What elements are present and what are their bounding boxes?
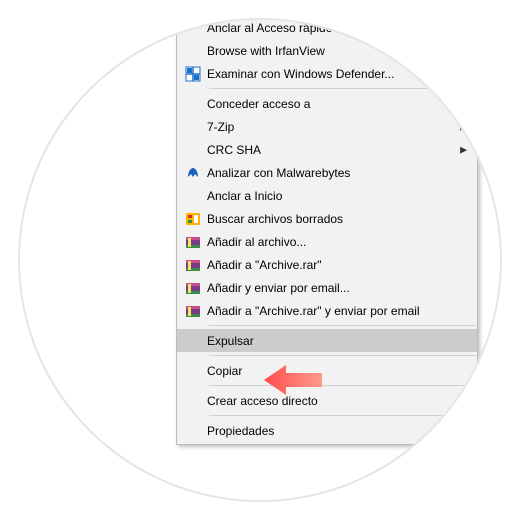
blank-icon xyxy=(185,423,207,439)
chevron-right-icon: ▶ xyxy=(460,99,467,108)
menu-item[interactable]: Añadir al archivo... xyxy=(177,230,477,253)
blank-icon xyxy=(185,333,207,349)
menu-separator xyxy=(209,88,476,89)
malwarebytes-icon xyxy=(185,165,207,181)
menu-item-label: Conceder acceso a xyxy=(207,97,447,111)
menu-item[interactable]: CRC SHA ▶ xyxy=(177,138,477,161)
menu-item-label: Añadir a "Archive.rar" xyxy=(207,258,447,272)
blank-icon xyxy=(185,119,207,135)
menu-item[interactable]: Anclar al Acceso rápido xyxy=(177,16,477,39)
menu-item-label: Añadir y enviar por email... xyxy=(207,281,447,295)
menu-item-label: Expulsar xyxy=(207,334,447,348)
blank-icon xyxy=(185,393,207,409)
menu-item[interactable]: Browse with IrfanView xyxy=(177,39,477,62)
menu-item[interactable]: Analizar con Malwarebytes xyxy=(177,161,477,184)
blank-icon xyxy=(185,142,207,158)
menu-item-label: Examinar con Windows Defender... xyxy=(207,67,447,81)
menu-item[interactable]: Copiar xyxy=(177,359,477,382)
winrar-icon xyxy=(185,303,207,319)
menu-separator xyxy=(209,325,476,326)
menu-item[interactable]: Anclar a Inicio xyxy=(177,184,477,207)
menu-item-label: Analizar con Malwarebytes xyxy=(207,166,447,180)
menu-separator xyxy=(209,355,476,356)
menu-item-label: Crear acceso directo xyxy=(207,394,447,408)
menu-item-label: 7-Zip xyxy=(207,120,447,134)
chevron-right-icon: ▶ xyxy=(460,145,467,154)
chevron-right-icon: ▶ xyxy=(460,122,467,131)
blank-icon xyxy=(185,43,207,59)
menu-separator xyxy=(209,385,476,386)
menu-item-label: Añadir al archivo... xyxy=(207,235,447,249)
menu-item[interactable]: Propiedades xyxy=(177,419,477,442)
menu-item[interactable]: Expulsar xyxy=(177,329,477,352)
context-menu: Abrir en ventana nueva Anclar al Acceso r… xyxy=(176,0,478,445)
menu-item[interactable]: Conceder acceso a ▶ xyxy=(177,92,477,115)
menu-item-label: Anclar al Acceso rápido xyxy=(207,21,447,35)
menu-item-label: Abrir en ventana nueva xyxy=(207,0,447,12)
menu-item[interactable]: Añadir y enviar por email... xyxy=(177,276,477,299)
menu-item[interactable]: Examinar con Windows Defender... xyxy=(177,62,477,85)
blank-icon xyxy=(185,363,207,379)
winrar-icon xyxy=(185,280,207,296)
menu-item-label: CRC SHA xyxy=(207,143,447,157)
winrar-icon xyxy=(185,257,207,273)
menu-item[interactable]: Buscar archivos borrados xyxy=(177,207,477,230)
menu-item[interactable]: Añadir a "Archive.rar" xyxy=(177,253,477,276)
menu-item[interactable]: Crear acceso directo xyxy=(177,389,477,412)
menu-item[interactable]: 7-Zip ▶ xyxy=(177,115,477,138)
blank-icon xyxy=(185,96,207,112)
menu-item-label: Propiedades xyxy=(207,424,447,438)
menu-item[interactable]: Abrir en ventana nueva xyxy=(177,0,477,16)
blank-icon xyxy=(185,188,207,204)
menu-item[interactable]: Añadir a "Archive.rar" y enviar por emai… xyxy=(177,299,477,322)
blank-icon xyxy=(185,20,207,36)
menu-item-label: Buscar archivos borrados xyxy=(207,212,447,226)
menu-item-label: Anclar a Inicio xyxy=(207,189,447,203)
menu-separator xyxy=(209,415,476,416)
winrar-icon xyxy=(185,234,207,250)
recuva-icon xyxy=(185,211,207,227)
defender-icon xyxy=(185,66,207,82)
blank-icon xyxy=(185,0,207,13)
menu-item-label: Browse with IrfanView xyxy=(207,44,447,58)
menu-item-label: Copiar xyxy=(207,364,447,378)
menu-item-label: Añadir a "Archive.rar" y enviar por emai… xyxy=(207,304,447,318)
